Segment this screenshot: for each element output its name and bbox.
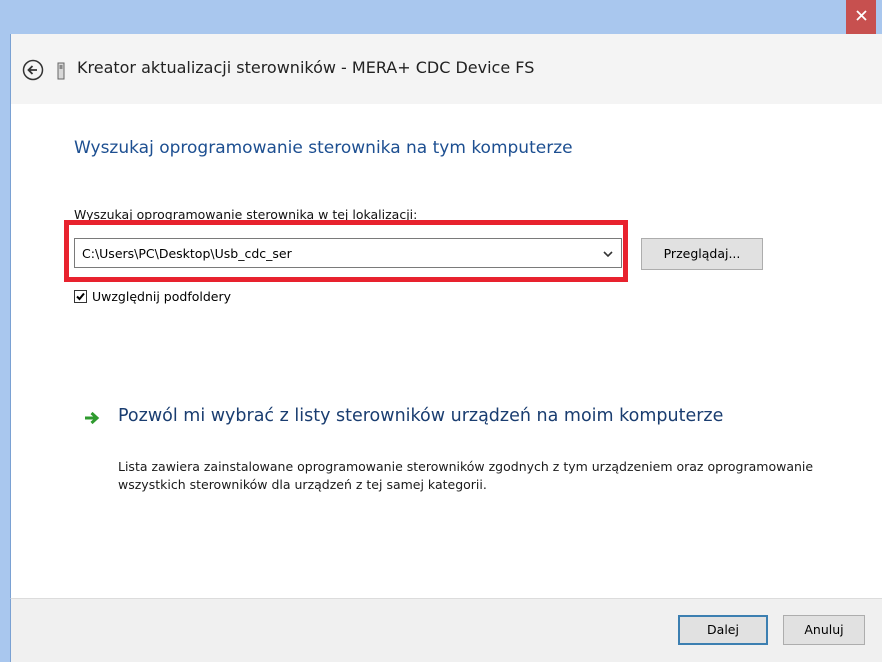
- next-button[interactable]: Dalej: [678, 615, 768, 645]
- close-icon: [855, 10, 867, 21]
- include-subfolders-row[interactable]: Uwzględnij podfoldery: [74, 287, 231, 305]
- pick-from-list-link[interactable]: Pozwól mi wybrać z listy sterowników urz…: [118, 404, 758, 429]
- checkmark-icon: [76, 292, 85, 300]
- chevron-down-icon[interactable]: [601, 248, 615, 260]
- wizard-title: Kreator aktualizacji sterowników - MERA+…: [77, 58, 535, 77]
- browse-button[interactable]: Przeglądaj...: [641, 238, 763, 270]
- device-icon: [54, 62, 68, 80]
- green-arrow-icon: [85, 411, 100, 425]
- wizard-content: Wyszukaj oprogramowanie sterownika na ty…: [10, 104, 882, 598]
- path-combobox[interactable]: [74, 238, 622, 268]
- wizard-footer: Dalej Anuluj: [10, 598, 882, 662]
- cancel-button[interactable]: Anuluj: [783, 615, 865, 645]
- include-subfolders-label: Uwzględnij podfoldery: [92, 288, 232, 304]
- path-input[interactable]: [75, 239, 595, 267]
- include-subfolders-checkbox[interactable]: [74, 289, 87, 303]
- driver-update-wizard-window: Kreator aktualizacji sterowników - MERA+…: [0, 0, 882, 662]
- wizard-header: Kreator aktualizacji sterowników - MERA+…: [10, 34, 882, 104]
- back-button[interactable]: [22, 59, 44, 81]
- back-arrow-icon: [22, 59, 44, 81]
- page-title: Wyszukaj oprogramowanie sterownika na ty…: [74, 138, 573, 158]
- close-button[interactable]: [846, 0, 876, 34]
- pick-from-list-description: Lista zawiera zainstalowane oprogramowan…: [118, 459, 814, 492]
